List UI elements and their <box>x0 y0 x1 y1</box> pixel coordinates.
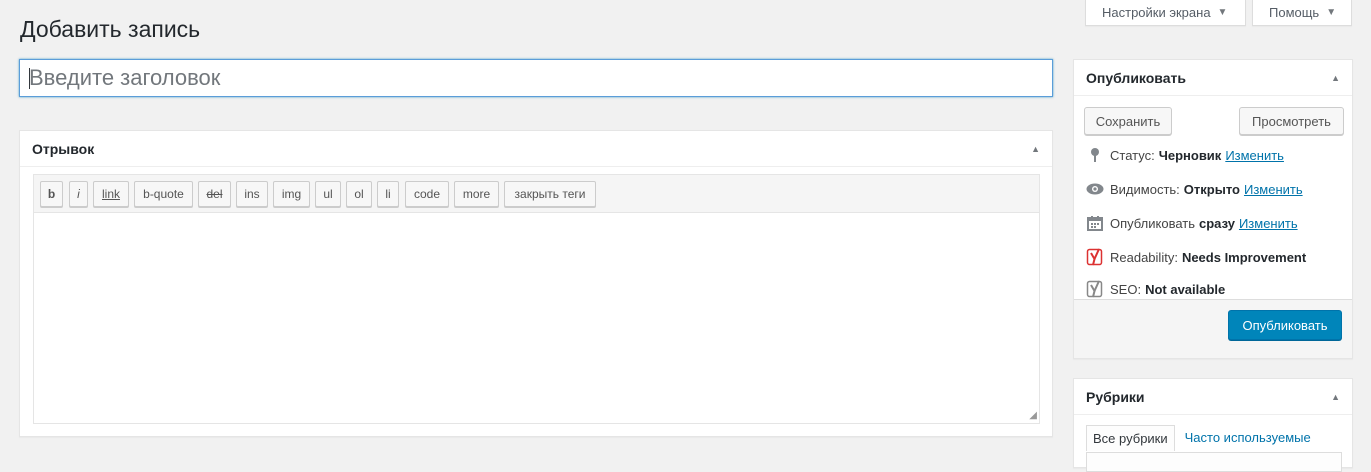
status-value: Черновик <box>1158 147 1222 163</box>
publish-button[interactable]: Опубликовать <box>1228 310 1342 340</box>
caret-down-icon: ▼ <box>1217 6 1228 18</box>
yoast-readability-icon <box>1086 248 1104 266</box>
edit-schedule-link[interactable]: Изменить <box>1239 216 1298 231</box>
categories-box: Рубрики ▲ Все рубрики Часто используемые <box>1073 378 1353 472</box>
qt-ul-button[interactable]: ul <box>315 181 341 207</box>
visibility-row: Видимость: Открыто Изменить <box>1086 180 1303 198</box>
help-label: Помощь <box>1269 4 1320 20</box>
screen-options-label: Настройки экрана <box>1102 4 1211 20</box>
publish-actions-bar: Опубликовать <box>1074 299 1352 358</box>
excerpt-box: Отрывок ▲ b i link b-quote del ins img u… <box>19 130 1053 437</box>
categories-box-header[interactable]: Рубрики ▲ <box>1074 379 1352 415</box>
categories-list <box>1086 452 1342 472</box>
seo-value: Not available <box>1145 281 1226 297</box>
visibility-label: Видимость: <box>1110 181 1180 197</box>
status-row: Статус: Черновик Изменить <box>1086 146 1284 164</box>
schedule-row: Опубликовать сразу Изменить <box>1086 214 1298 232</box>
collapse-arrow-icon[interactable]: ▲ <box>1331 379 1340 415</box>
save-draft-button[interactable]: Сохранить <box>1084 107 1172 135</box>
schedule-label: Опубликовать <box>1110 215 1196 231</box>
publish-box-header[interactable]: Опубликовать ▲ <box>1074 60 1352 96</box>
qt-link-button[interactable]: link <box>93 181 129 207</box>
qt-close-tags-button[interactable]: закрыть теги <box>504 181 596 207</box>
qt-del-button[interactable]: del <box>198 181 231 207</box>
tab-all-categories[interactable]: Все рубрики <box>1086 425 1175 451</box>
preview-button[interactable]: Просмотреть <box>1239 107 1344 135</box>
qt-img-button[interactable]: img <box>273 181 310 207</box>
readability-value: Needs Improvement <box>1181 249 1307 265</box>
edit-status-link[interactable]: Изменить <box>1225 148 1284 163</box>
qt-blockquote-button[interactable]: b-quote <box>134 181 193 207</box>
page-title: Добавить запись <box>20 16 201 42</box>
title-field-wrapper <box>19 59 1053 97</box>
collapse-arrow-icon[interactable]: ▲ <box>1331 60 1340 96</box>
yoast-seo-icon <box>1086 280 1104 298</box>
qt-more-button[interactable]: more <box>454 181 499 207</box>
collapse-arrow-icon[interactable]: ▲ <box>1031 131 1040 167</box>
resize-handle-icon[interactable]: ◢ <box>1029 410 1037 421</box>
excerpt-heading: Отрывок <box>32 141 95 157</box>
post-title-input[interactable] <box>29 65 1052 91</box>
edit-visibility-link[interactable]: Изменить <box>1244 182 1303 197</box>
status-label: Статус: <box>1110 147 1155 163</box>
qt-ol-button[interactable]: ol <box>346 181 372 207</box>
seo-label: SEO: <box>1110 281 1142 297</box>
visibility-value: Открыто <box>1183 181 1240 197</box>
publish-heading: Опубликовать <box>1086 70 1186 86</box>
caret-down-icon: ▼ <box>1326 6 1337 18</box>
tab-most-used[interactable]: Часто используемые <box>1175 425 1321 451</box>
categories-tabs: Все рубрики Часто используемые <box>1086 425 1321 451</box>
text-caret <box>29 68 30 89</box>
readability-label: Readability: <box>1110 249 1178 265</box>
readability-row: Readability: Needs Improvement <box>1086 248 1306 266</box>
schedule-value: сразу <box>1199 215 1235 231</box>
calendar-icon <box>1086 214 1104 232</box>
qt-bold-button[interactable]: b <box>40 181 63 207</box>
quicktags-toolbar: b i link b-quote del ins img ul ol li co… <box>34 175 1039 213</box>
seo-row: SEO: Not available <box>1086 280 1225 298</box>
qt-code-button[interactable]: code <box>405 181 449 207</box>
qt-ins-button[interactable]: ins <box>236 181 268 207</box>
excerpt-box-header[interactable]: Отрывок ▲ <box>20 131 1052 167</box>
help-button[interactable]: Помощь ▼ <box>1252 0 1352 26</box>
excerpt-textarea[interactable] <box>34 213 1039 423</box>
categories-heading: Рубрики <box>1086 389 1145 405</box>
screen-options-button[interactable]: Настройки экрана ▼ <box>1085 0 1246 26</box>
eye-icon <box>1086 180 1104 198</box>
pin-icon <box>1086 146 1104 164</box>
qt-li-button[interactable]: li <box>377 181 399 207</box>
qt-italic-button[interactable]: i <box>69 181 88 207</box>
excerpt-editor: b i link b-quote del ins img ul ol li co… <box>33 174 1040 424</box>
publish-box: Опубликовать ▲ Сохранить Просмотреть Ста… <box>1073 59 1353 359</box>
